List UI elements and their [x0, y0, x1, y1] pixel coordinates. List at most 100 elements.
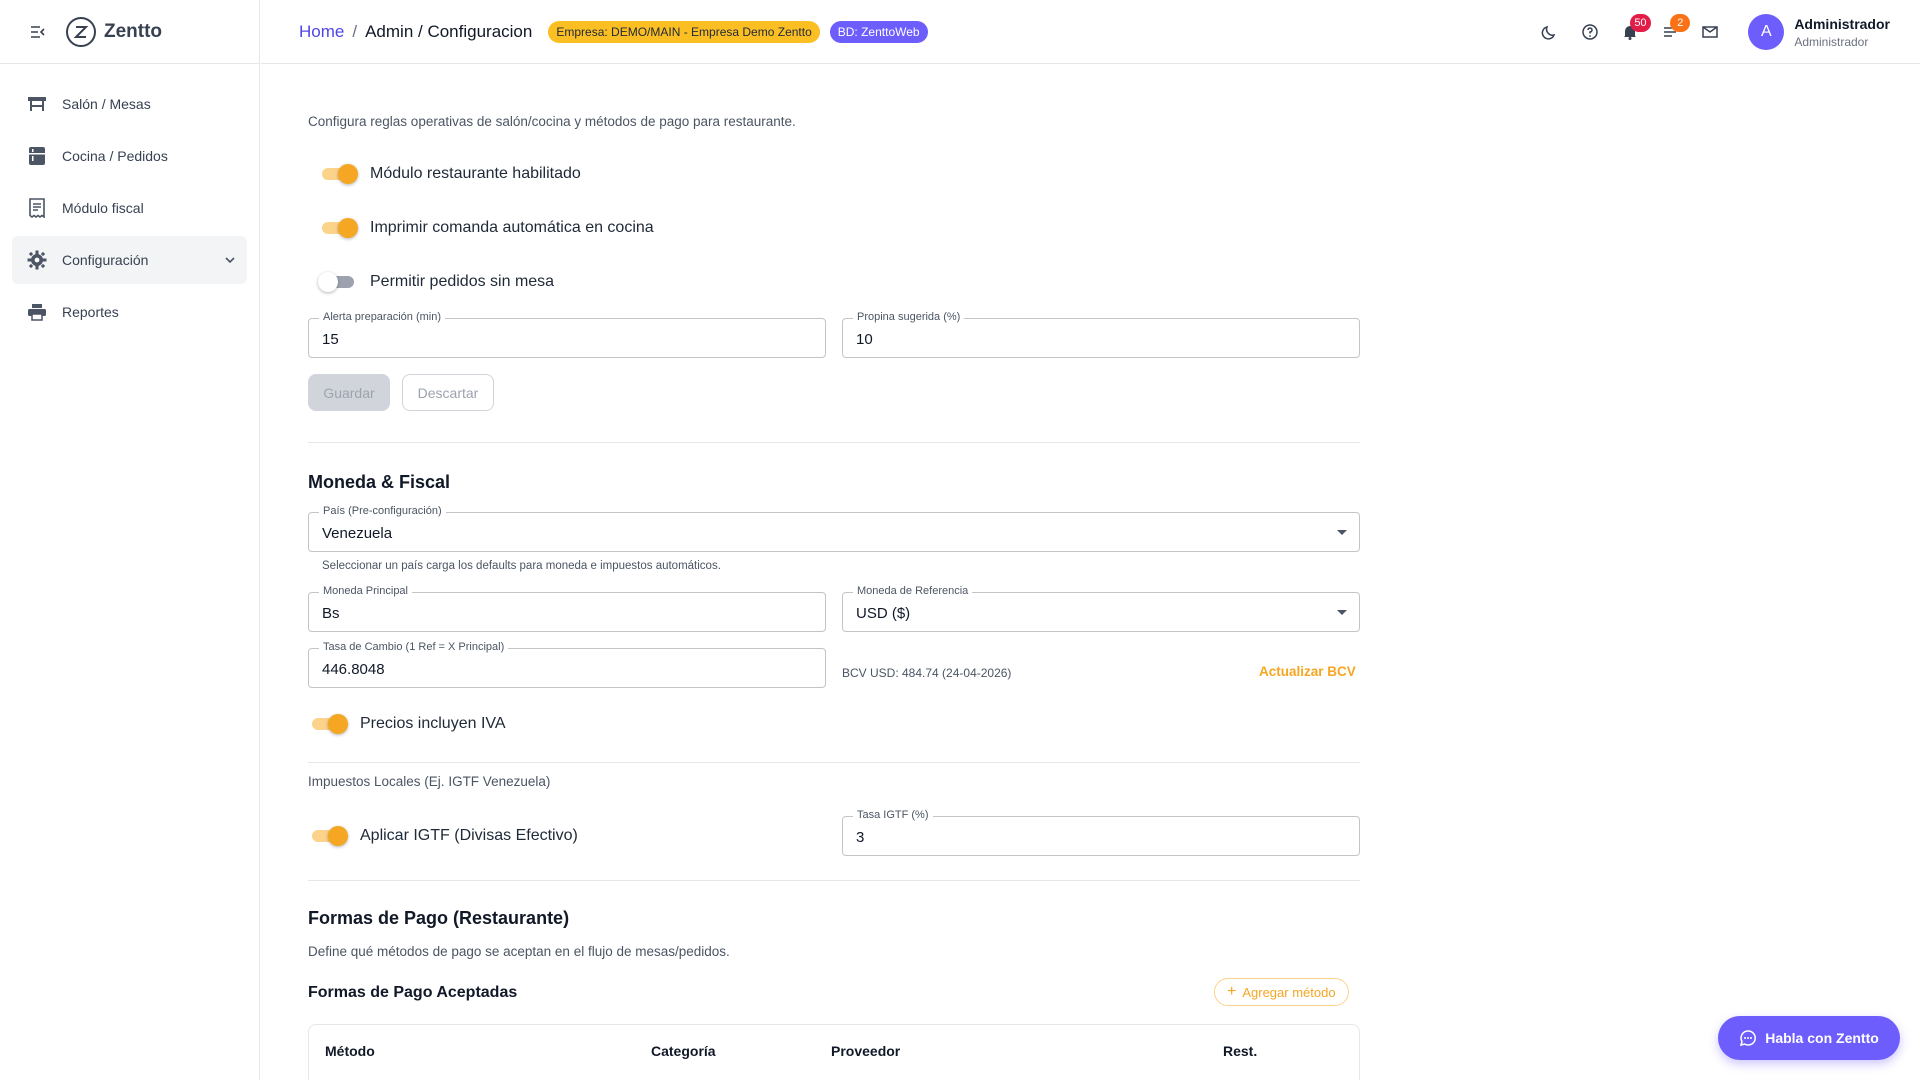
sidebar-item-configuracion[interactable]: Configuración — [12, 236, 247, 284]
help-icon[interactable] — [1570, 12, 1610, 52]
toggle-label: Imprimir comanda automática en cocina — [370, 219, 654, 236]
add-payment-method-button[interactable]: + Agregar método — [1214, 978, 1349, 1006]
sidebar-item-label: Salón / Mesas — [62, 96, 151, 112]
main-content: Configura reglas operativas de salón/coc… — [308, 64, 1360, 1080]
tasa-igtf-field[interactable]: Tasa IGTF (%) 3 — [842, 809, 1360, 856]
alerta-preparacion-field[interactable]: Alerta preparación (min) 15 — [308, 311, 826, 358]
field-value: Bs — [322, 605, 340, 622]
column-header-rest[interactable]: Rest. — [1223, 1043, 1257, 1059]
column-header-proveedor[interactable]: Proveedor — [831, 1043, 900, 1059]
toggle-label: Precios incluyen IVA — [360, 715, 506, 732]
field-label: Propina sugerida (%) — [853, 311, 965, 323]
toggle-label: Permitir pedidos sin mesa — [370, 273, 555, 290]
printer-icon — [26, 301, 48, 323]
empresa-chip[interactable]: Empresa: DEMO/MAIN - Empresa Demo Zentto — [548, 20, 820, 43]
receipt-icon — [26, 197, 48, 219]
chevron-down-icon[interactable] — [221, 251, 239, 269]
tasks-badge: 2 — [1670, 14, 1691, 32]
discard-button[interactable]: Descartar — [402, 374, 494, 411]
divider — [308, 762, 1360, 763]
toggle-precios-iva[interactable]: Precios incluyen IVA — [308, 714, 506, 734]
switch[interactable] — [308, 826, 348, 846]
sidebar-item-label: Cocina / Pedidos — [62, 148, 168, 164]
divider — [308, 442, 1360, 443]
toggle-label: Aplicar IGTF (Divisas Efectivo) — [360, 827, 578, 844]
field-label: Moneda de Referencia — [853, 585, 973, 597]
sidebar-nav: Salón / Mesas Cocina / Pedidos Módulo fi… — [0, 64, 259, 356]
bcv-rate-text: BCV USD: 484.74 (24-04-2026) — [842, 666, 1012, 680]
field-label: Alerta preparación (min) — [319, 311, 445, 323]
sidebar-item-reportes[interactable]: Reportes — [12, 288, 247, 336]
field-label: Tasa IGTF (%) — [853, 809, 933, 821]
user-block[interactable]: Administrador Administrador — [1794, 16, 1890, 49]
switch[interactable] — [318, 218, 358, 238]
switch[interactable] — [318, 272, 358, 292]
section-title-moneda: Moneda & Fiscal — [308, 472, 451, 492]
dropdown-arrow-icon — [1337, 530, 1347, 535]
app-name: Zentto — [104, 20, 163, 42]
field-label: País (Pre-configuración) — [319, 505, 446, 517]
moneda-principal-field[interactable]: Moneda Principal Bs — [308, 585, 826, 632]
topbar-actions: 50 2 A Administrador Administrador — [1530, 0, 1890, 64]
tasa-cambio-field[interactable]: Tasa de Cambio (1 Ref = X Principal) 446… — [308, 641, 826, 688]
payment-methods-table: Método Categoría Proveedor Rest. — [308, 1024, 1360, 1080]
table-icon — [26, 93, 48, 115]
plus-icon: + — [1227, 983, 1237, 1000]
chat-bubble-icon — [1739, 1029, 1757, 1047]
toggle-pedidos-sin-mesa[interactable]: Permitir pedidos sin mesa — [318, 272, 554, 292]
config-intro: Configura reglas operativas de salón/coc… — [308, 114, 796, 129]
toggle-modulo-restaurante[interactable]: Módulo restaurante habilitado — [318, 164, 581, 184]
section-title-pagos: Formas de Pago (Restaurante) — [308, 908, 570, 928]
tasks-button[interactable]: 2 — [1650, 12, 1691, 52]
field-value: 10 — [856, 331, 873, 348]
user-role: Administrador — [1794, 34, 1869, 49]
field-label: Moneda Principal — [319, 585, 412, 597]
sidebar-header: Zentto — [0, 0, 259, 64]
mail-icon[interactable] — [1690, 12, 1730, 52]
breadcrumb-home[interactable]: Home — [299, 22, 344, 42]
sidebar-item-cocina[interactable]: Cocina / Pedidos — [12, 132, 247, 180]
sidebar-item-label: Módulo fiscal — [62, 200, 144, 216]
pagos-description: Define qué métodos de pago se aceptan en… — [308, 944, 730, 959]
pais-helper-text: Seleccionar un país carga los defaults p… — [322, 560, 721, 572]
sidebar-item-fiscal[interactable]: Módulo fiscal — [12, 184, 247, 232]
chat-label: Habla con Zentto — [1765, 1030, 1879, 1046]
database-chip[interactable]: BD: ZenttoWeb — [829, 20, 928, 43]
field-label: Tasa de Cambio (1 Ref = X Principal) — [319, 641, 509, 653]
field-value: Venezuela — [322, 525, 393, 542]
toggle-imprimir-comanda[interactable]: Imprimir comanda automática en cocina — [318, 218, 654, 238]
impuestos-locales-label: Impuestos Locales (Ej. IGTF Venezuela) — [308, 774, 551, 789]
column-header-metodo[interactable]: Método — [325, 1043, 375, 1059]
topbar: Home / Admin / Configuracion Empresa: DE… — [261, 0, 1920, 64]
sidebar-item-salon[interactable]: Salón / Mesas — [12, 80, 247, 128]
dark-mode-icon[interactable] — [1530, 12, 1570, 52]
field-value: 446.8048 — [322, 661, 385, 678]
chat-with-zentto-button[interactable]: Habla con Zentto — [1718, 1016, 1900, 1060]
notifications-badge: 50 — [1630, 14, 1651, 32]
gear-icon — [26, 249, 48, 271]
sidebar-item-label: Configuración — [62, 252, 149, 268]
toggle-igtf[interactable]: Aplicar IGTF (Divisas Efectivo) — [308, 826, 578, 846]
collapse-menu-icon[interactable] — [28, 22, 48, 42]
column-header-categoria[interactable]: Categoría — [651, 1043, 716, 1059]
field-value: 15 — [322, 331, 339, 348]
add-payment-method-label: Agregar método — [1242, 984, 1336, 1000]
notifications-button[interactable]: 50 — [1610, 12, 1651, 52]
breadcrumb-separator: / — [352, 21, 358, 41]
toggle-label: Módulo restaurante habilitado — [370, 165, 581, 182]
pagos-subtitle: Formas de Pago Aceptadas — [308, 984, 518, 1001]
update-bcv-button[interactable]: Actualizar BCV — [1259, 664, 1356, 679]
field-value: 3 — [856, 829, 865, 846]
pais-select[interactable]: País (Pre-configuración) Venezuela — [308, 505, 1360, 552]
save-button[interactable]: Guardar — [308, 374, 390, 411]
user-name: Administrador — [1794, 15, 1890, 32]
switch[interactable] — [318, 164, 358, 184]
moneda-referencia-select[interactable]: Moneda de Referencia USD ($) — [842, 585, 1360, 632]
breadcrumb-current: Admin / Configuracion — [365, 21, 533, 41]
kitchen-icon — [26, 145, 48, 167]
switch[interactable] — [308, 714, 348, 734]
avatar[interactable]: A — [1748, 14, 1785, 50]
field-value: USD ($) — [856, 605, 911, 622]
dropdown-arrow-icon — [1337, 610, 1347, 615]
propina-sugerida-field[interactable]: Propina sugerida (%) 10 — [842, 311, 1360, 358]
